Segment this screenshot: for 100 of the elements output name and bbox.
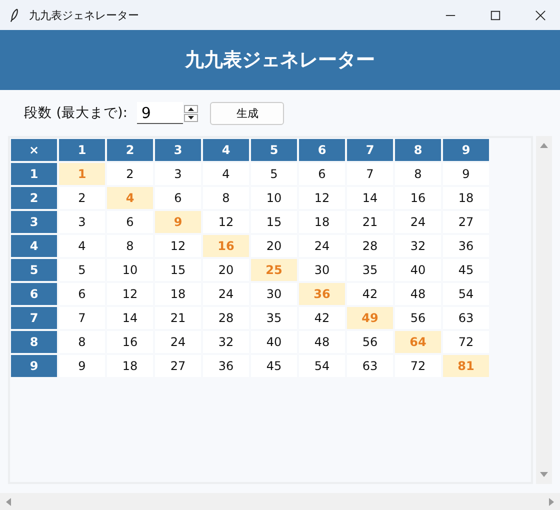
table-cell: 15 bbox=[155, 259, 201, 281]
table-cell: 35 bbox=[347, 259, 393, 281]
table-cell: 10 bbox=[251, 187, 297, 209]
table-cell: 2 bbox=[107, 163, 153, 185]
scroll-right-icon[interactable] bbox=[548, 496, 556, 506]
table-cell: 30 bbox=[299, 259, 345, 281]
column-header: 5 bbox=[251, 139, 297, 161]
table-cell: 18 bbox=[107, 355, 153, 377]
table-cell: 5 bbox=[251, 163, 297, 185]
table-cell: 25 bbox=[251, 259, 297, 281]
close-icon[interactable] bbox=[535, 10, 546, 20]
table-cell: 15 bbox=[251, 211, 297, 233]
feather-icon bbox=[10, 8, 19, 22]
table-cell: 7 bbox=[59, 307, 105, 329]
table-cell: 7 bbox=[347, 163, 393, 185]
table-cell: 10 bbox=[107, 259, 153, 281]
table-cell: 16 bbox=[395, 187, 441, 209]
table-cell: 12 bbox=[299, 187, 345, 209]
table-cell: 27 bbox=[155, 355, 201, 377]
table-cell: 45 bbox=[443, 259, 489, 281]
row-header: 4 bbox=[11, 235, 57, 257]
column-header: 3 bbox=[155, 139, 201, 161]
table-cell: 40 bbox=[395, 259, 441, 281]
table-cell: 9 bbox=[443, 163, 489, 185]
row-header: 8 bbox=[11, 331, 57, 353]
table-cell: 6 bbox=[299, 163, 345, 185]
table-cell: 28 bbox=[203, 307, 249, 329]
table-cell: 14 bbox=[107, 307, 153, 329]
table-cell: 1 bbox=[59, 163, 105, 185]
column-header: 2 bbox=[107, 139, 153, 161]
column-header: 9 bbox=[443, 139, 489, 161]
table-cell: 6 bbox=[155, 187, 201, 209]
table-cell: 48 bbox=[395, 283, 441, 305]
table-cell: 4 bbox=[107, 187, 153, 209]
scroll-down-icon[interactable] bbox=[539, 471, 549, 479]
table-cell: 6 bbox=[59, 283, 105, 305]
scroll-left-icon[interactable] bbox=[4, 496, 12, 506]
table-cell: 24 bbox=[299, 235, 345, 257]
table-cell: 32 bbox=[203, 331, 249, 353]
table-cell: 36 bbox=[443, 235, 489, 257]
row-header: 7 bbox=[11, 307, 57, 329]
table-cell: 4 bbox=[203, 163, 249, 185]
row-header: 3 bbox=[11, 211, 57, 233]
table-cell: 72 bbox=[395, 355, 441, 377]
corner-header: × bbox=[11, 139, 57, 161]
table-cell: 20 bbox=[203, 259, 249, 281]
table-cell: 40 bbox=[251, 331, 297, 353]
table-cell: 12 bbox=[203, 211, 249, 233]
table-cell: 9 bbox=[59, 355, 105, 377]
column-header: 6 bbox=[299, 139, 345, 161]
table-cell: 49 bbox=[347, 307, 393, 329]
table-cell: 3 bbox=[155, 163, 201, 185]
table-cell: 24 bbox=[203, 283, 249, 305]
window-title: 九九表ジェネレーター bbox=[29, 8, 139, 22]
table-cell: 12 bbox=[155, 235, 201, 257]
table-cell: 21 bbox=[155, 307, 201, 329]
table-cell: 36 bbox=[299, 283, 345, 305]
table-cell: 81 bbox=[443, 355, 489, 377]
table-cell: 24 bbox=[155, 331, 201, 353]
table-cell: 30 bbox=[251, 283, 297, 305]
vertical-scrollbar[interactable] bbox=[536, 136, 552, 484]
table-cell: 2 bbox=[59, 187, 105, 209]
column-header: 7 bbox=[347, 139, 393, 161]
table-cell: 21 bbox=[347, 211, 393, 233]
generate-button[interactable]: 生成 bbox=[210, 102, 284, 124]
table-cell: 56 bbox=[395, 307, 441, 329]
table-cell: 72 bbox=[443, 331, 489, 353]
table-cell: 20 bbox=[251, 235, 297, 257]
column-header: 4 bbox=[203, 139, 249, 161]
row-header: 2 bbox=[11, 187, 57, 209]
table-cell: 24 bbox=[395, 211, 441, 233]
table-cell: 45 bbox=[251, 355, 297, 377]
table-cell: 14 bbox=[347, 187, 393, 209]
table-cell: 5 bbox=[59, 259, 105, 281]
table-cell: 8 bbox=[203, 187, 249, 209]
maximize-icon[interactable] bbox=[490, 10, 501, 20]
scroll-up-icon[interactable] bbox=[539, 141, 549, 149]
number-spinbox[interactable]: 9 bbox=[137, 102, 184, 124]
table-cell: 28 bbox=[347, 235, 393, 257]
table-cell: 4 bbox=[59, 235, 105, 257]
column-header: 8 bbox=[395, 139, 441, 161]
table-cell: 8 bbox=[395, 163, 441, 185]
table-cell: 54 bbox=[443, 283, 489, 305]
row-header: 6 bbox=[11, 283, 57, 305]
table-cell: 18 bbox=[443, 187, 489, 209]
table-cell: 16 bbox=[203, 235, 249, 257]
row-header: 5 bbox=[11, 259, 57, 281]
table-cell: 64 bbox=[395, 331, 441, 353]
levels-label: 段数 (最大まで): bbox=[24, 104, 128, 122]
table-cell: 63 bbox=[347, 355, 393, 377]
app-title: 九九表ジェネレーター bbox=[185, 48, 375, 73]
horizontal-scrollbar[interactable] bbox=[0, 493, 560, 510]
table-cell: 48 bbox=[299, 331, 345, 353]
row-header: 1 bbox=[11, 163, 57, 185]
table-cell: 54 bbox=[299, 355, 345, 377]
table-cell: 35 bbox=[251, 307, 297, 329]
table-cell: 18 bbox=[155, 283, 201, 305]
table-cell: 56 bbox=[347, 331, 393, 353]
column-header: 1 bbox=[59, 139, 105, 161]
table-cell: 27 bbox=[443, 211, 489, 233]
